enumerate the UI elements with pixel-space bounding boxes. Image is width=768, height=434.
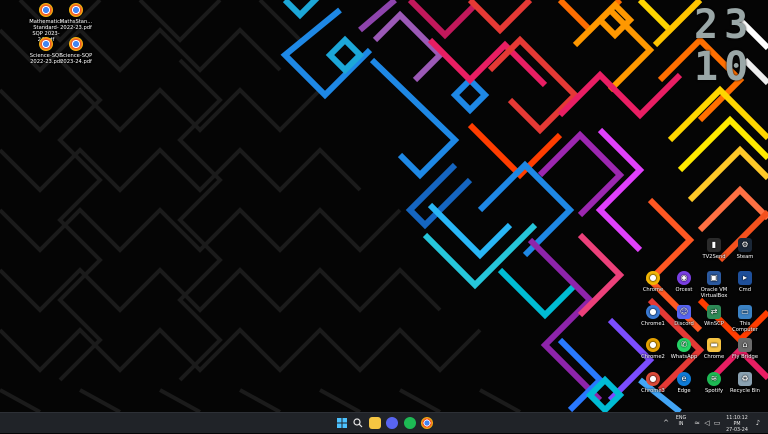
desktop-icon-label: Science-SQP 2022-23.pdf xyxy=(29,53,63,65)
desktop-icon-label: Steam xyxy=(736,254,754,260)
desktop-icon-cmd[interactable]: ▸ Cmd xyxy=(728,271,762,293)
language-indicator[interactable]: ENG IN xyxy=(674,416,688,428)
notification-bell-icon[interactable]: ♪ xyxy=(752,417,764,429)
chrome-icon xyxy=(39,37,53,51)
folder-icon: ▬ xyxy=(707,338,721,352)
desktop-icon-label: MathsStan... 2022-23.pdf xyxy=(59,19,93,31)
desktop-icon-label: Recycle Bin xyxy=(730,388,760,394)
recycle-bin-icon: ♻ xyxy=(738,372,752,386)
language-label: ENG xyxy=(675,416,687,421)
desktop-icon-label: Orcest xyxy=(675,287,693,293)
desktop-icon-spotify[interactable]: ≋ Spotify xyxy=(697,372,731,394)
desktop-icon-science-sqp-2022[interactable]: Science-SQP 2022-23.pdf xyxy=(29,37,63,65)
desktop-icon-label: Chrome2 xyxy=(641,354,665,360)
discord-icon[interactable] xyxy=(386,417,398,429)
desktop-icon-steam[interactable]: ⚙ Steam xyxy=(728,238,762,260)
desktop-icon-winscp[interactable]: ⇄ WinSCP xyxy=(697,305,731,327)
desktop-icon-label: Chrome3 xyxy=(641,388,665,394)
chrome-icon: ● xyxy=(646,271,660,285)
steam-icon: ⚙ xyxy=(738,238,752,252)
cmd-icon: ▸ xyxy=(738,271,752,285)
search-icon[interactable] xyxy=(352,417,364,429)
desktop-icon-virtualbox[interactable]: ▣ Oracle VM VirtualBox xyxy=(697,271,731,299)
taskbar: ^ ENG IN ≈ ◁ ▭ 11:10:12 PM 27-03-24 ♪ xyxy=(0,412,768,433)
desktop-icon-label: Edge xyxy=(677,388,691,394)
desktop-icon-chrome3[interactable]: ● Chrome3 xyxy=(636,372,670,394)
desktop-icon-label: Chrome1 xyxy=(641,321,665,327)
chrome-icon xyxy=(69,3,83,17)
chrome-icon[interactable] xyxy=(421,417,433,429)
desktop-icon-this-computer[interactable]: ▭ This Computer xyxy=(728,305,762,333)
bridge-icon: ⌂ xyxy=(738,338,752,352)
desktop-icon-label: Cmd xyxy=(739,287,751,293)
desktop-icon-discord[interactable]: ☺ Discord xyxy=(667,305,701,327)
date-label: 27-03-24 xyxy=(726,428,748,433)
desktop-icon-chrome2[interactable]: ● Chrome2 xyxy=(636,338,670,360)
chrome-icon: ● xyxy=(646,338,660,352)
edge-icon: e xyxy=(677,372,691,386)
whatsapp-icon: ✆ xyxy=(677,338,691,352)
desktop-icon-orcest[interactable]: ◉ Orcest xyxy=(667,271,701,293)
desktop-icon-label: Chrome xyxy=(642,287,664,293)
winscp-icon: ⇄ xyxy=(707,305,721,319)
desktop-icon-label: Discord xyxy=(674,321,694,327)
desktop-icon-label: Fly Bridge xyxy=(731,354,759,360)
desktop-icon-fly-bridge[interactable]: ⌂ Fly Bridge xyxy=(728,338,762,360)
chart-icon: ▮ xyxy=(707,238,721,252)
orb-icon: ◉ xyxy=(677,271,691,285)
desktop-icon-recycle-bin[interactable]: ♻ Recycle Bin xyxy=(728,372,762,394)
desktop-icon-label: Chrome xyxy=(703,354,725,360)
language-sub-label: IN xyxy=(678,422,684,427)
desktop-icon-label: Spotify xyxy=(704,388,724,394)
chrome-icon xyxy=(39,3,53,17)
desktop-icon-chrome[interactable]: ● Chrome xyxy=(636,271,670,293)
desktop-icon-maths-stan-2022[interactable]: MathsStan... 2022-23.pdf xyxy=(59,3,93,31)
desktop-icon-chrome1[interactable]: ● Chrome1 xyxy=(636,305,670,327)
desktop-icon-label: WinSCP xyxy=(704,321,724,327)
file-explorer-icon[interactable] xyxy=(369,417,381,429)
system-clock[interactable]: 11:10:12 PM 27-03-24 xyxy=(722,416,752,434)
desktop-icon-edge[interactable]: e Edge xyxy=(667,372,701,394)
clock-widget-minute: 10 xyxy=(694,44,755,90)
windows-start-icon[interactable] xyxy=(336,417,348,429)
desktop-icon-label: Oracle VM VirtualBox xyxy=(700,287,728,299)
spotify-icon[interactable] xyxy=(404,417,416,429)
desktop-icon-label: TV2Send xyxy=(702,254,726,260)
chrome-icon xyxy=(69,37,83,51)
monitor-icon: ▭ xyxy=(738,305,752,319)
chevron-up-icon[interactable]: ^ xyxy=(660,417,672,429)
desktop-icon-chrome-folder[interactable]: ▬ Chrome xyxy=(697,338,731,360)
chrome-icon: ● xyxy=(646,372,660,386)
desktop-icon-science-sqp-2023[interactable]: Science-SQP 2023-24.pdf xyxy=(59,37,93,65)
desktop-icon-whatsapp[interactable]: ✆ WhatsApp xyxy=(667,338,701,360)
desktop-icon-label: WhatsApp xyxy=(670,354,698,360)
spotify-icon: ≋ xyxy=(707,372,721,386)
desktop-icon-label: Science-SQP 2023-24.pdf xyxy=(59,53,93,65)
time-label: 11:10:12 PM xyxy=(726,416,748,427)
clock-widget-hour: 23 xyxy=(694,2,755,48)
discord-icon: ☺ xyxy=(677,305,691,319)
virtualbox-icon: ▣ xyxy=(707,271,721,285)
desktop-icon-label: This Computer xyxy=(732,321,758,333)
desktop-icon-tv2send[interactable]: ▮ TV2Send xyxy=(697,238,731,260)
chrome-icon: ● xyxy=(646,305,660,319)
